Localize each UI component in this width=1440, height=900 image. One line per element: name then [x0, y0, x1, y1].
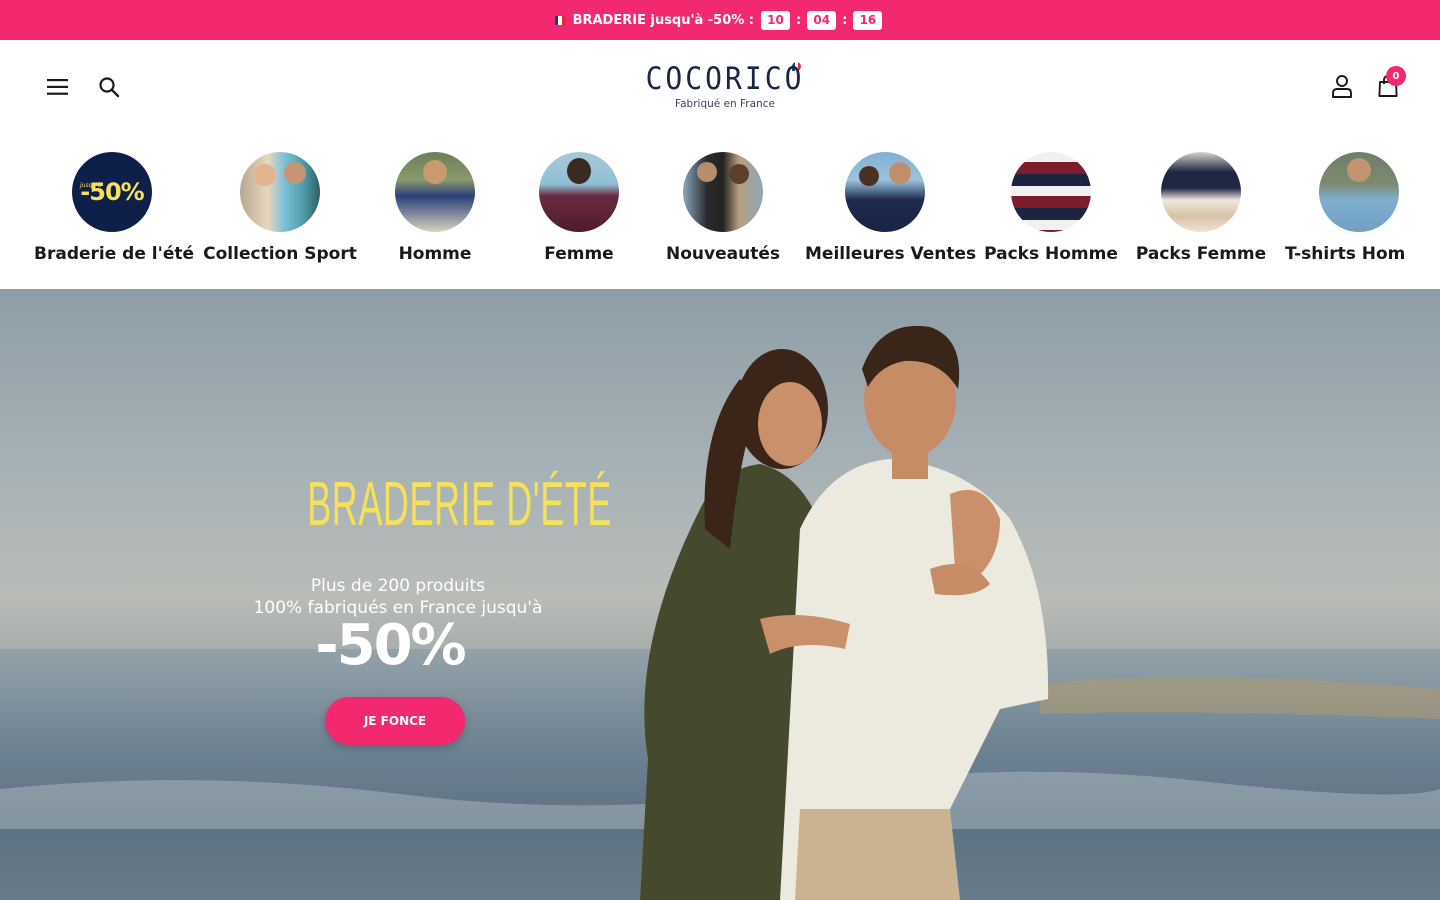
- search-icon: [99, 77, 120, 98]
- logo-wordmark: COCORICO: [645, 60, 805, 97]
- countdown-separator: :: [842, 12, 848, 28]
- site-logo[interactable]: COCORICO Fabriqué en France: [645, 60, 805, 110]
- countdown-minutes: 04: [807, 10, 837, 30]
- category-packs-femme[interactable]: Packs Femme: [1135, 152, 1267, 264]
- hero-discount: -50%: [315, 613, 466, 678]
- category-label: Packs Femme: [1135, 244, 1267, 264]
- announcement-text: BRADERIE jusqu'à -50% :: [572, 12, 755, 28]
- category-meilleures-ventes[interactable]: Meilleures Ventes: [805, 152, 977, 264]
- category-collection-sport[interactable]: Collection Sport: [202, 152, 358, 264]
- countdown-seconds: 16: [853, 10, 883, 30]
- category-tshirts-homme[interactable]: T-shirts Hom: [1285, 152, 1433, 264]
- category-braderie[interactable]: jusqu'à -50% Braderie de l'été: [34, 152, 195, 264]
- cart-count-badge: 0: [1386, 66, 1406, 86]
- category-label: Homme: [398, 244, 472, 264]
- category-thumbnail: [1161, 152, 1241, 232]
- category-label: T-shirts Hom: [1285, 244, 1406, 264]
- category-packs-homme[interactable]: Packs Homme: [981, 152, 1121, 264]
- category-femme[interactable]: Femme: [519, 152, 639, 264]
- announcement-bar: BRADERIE jusqu'à -50% : 10 : 04 : 16: [0, 0, 1440, 40]
- hero-photo: [0, 325, 1440, 900]
- site-header: COCORICO Fabriqué en France 0: [0, 40, 1440, 132]
- category-homme[interactable]: Homme: [375, 152, 495, 264]
- category-thumbnail: [539, 152, 619, 232]
- category-label: Braderie de l'été: [34, 244, 195, 264]
- account-button[interactable]: [1328, 72, 1356, 100]
- category-thumbnail: [240, 152, 320, 232]
- hero-subtitle-line1: Plus de 200 produits: [310, 576, 486, 596]
- category-thumbnail: [683, 152, 763, 232]
- category-label: Meilleures Ventes: [805, 244, 977, 264]
- hero-banner: BRADERIE D'ÉTÉ Plus de 200 produits 100%…: [0, 289, 1440, 900]
- menu-button[interactable]: [44, 74, 72, 100]
- category-label: Femme: [544, 244, 614, 264]
- category-carousel: jusqu'à -50% Braderie de l'été Collectio…: [0, 132, 1440, 289]
- badge-discount-text: -50%: [80, 178, 144, 206]
- category-thumbnail: [845, 152, 925, 232]
- hero-cta-button[interactable]: JE FONCE: [325, 697, 465, 745]
- user-icon: [1332, 75, 1352, 98]
- countdown-separator: :: [796, 12, 802, 28]
- category-thumbnail: jusqu'à -50%: [72, 152, 152, 232]
- category-label: Packs Homme: [984, 244, 1118, 264]
- category-thumbnail: [1319, 152, 1399, 232]
- category-nouveautes[interactable]: Nouveautés: [663, 152, 783, 264]
- hamburger-icon: [47, 79, 68, 95]
- hero-title: BRADERIE D'ÉTÉ: [307, 470, 612, 539]
- category-label: Nouveautés: [666, 244, 780, 264]
- logo-tagline: Fabriqué en France: [675, 98, 775, 110]
- french-flag-icon: [554, 15, 566, 25]
- countdown-hours: 10: [761, 10, 791, 30]
- category-thumbnail: [395, 152, 475, 232]
- search-button[interactable]: [96, 74, 122, 100]
- category-thumbnail: [1011, 152, 1091, 232]
- category-label: Collection Sport: [203, 244, 357, 264]
